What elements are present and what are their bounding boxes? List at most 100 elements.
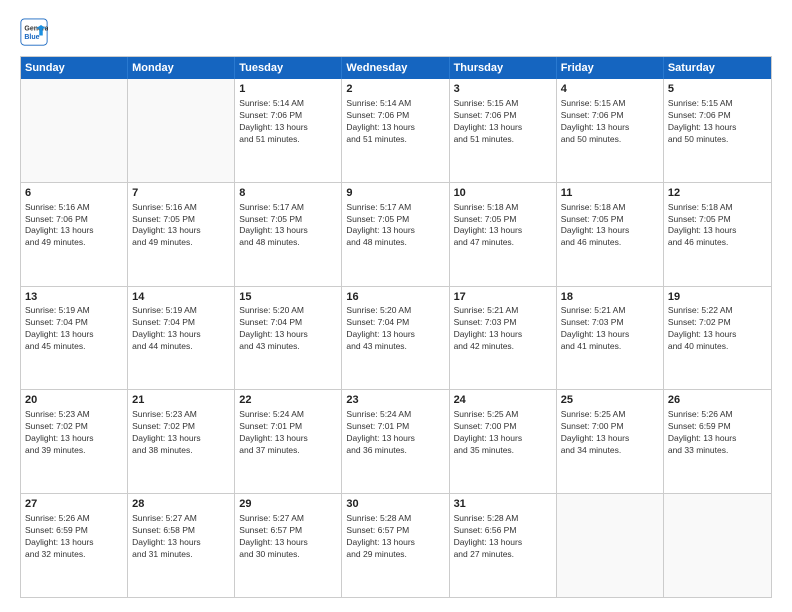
calendar-cell: 13Sunrise: 5:19 AM Sunset: 7:04 PM Dayli… — [21, 287, 128, 390]
day-number: 15 — [239, 290, 337, 305]
calendar-cell: 1Sunrise: 5:14 AM Sunset: 7:06 PM Daylig… — [235, 79, 342, 182]
calendar-cell: 30Sunrise: 5:28 AM Sunset: 6:57 PM Dayli… — [342, 494, 449, 597]
calendar-cell: 29Sunrise: 5:27 AM Sunset: 6:57 PM Dayli… — [235, 494, 342, 597]
calendar-cell: 26Sunrise: 5:26 AM Sunset: 6:59 PM Dayli… — [664, 390, 771, 493]
calendar-cell: 15Sunrise: 5:20 AM Sunset: 7:04 PM Dayli… — [235, 287, 342, 390]
calendar-row-1: 6Sunrise: 5:16 AM Sunset: 7:06 PM Daylig… — [21, 182, 771, 286]
day-info: Sunrise: 5:26 AM Sunset: 6:59 PM Dayligh… — [668, 409, 767, 457]
day-info: Sunrise: 5:17 AM Sunset: 7:05 PM Dayligh… — [346, 202, 444, 250]
calendar-row-4: 27Sunrise: 5:26 AM Sunset: 6:59 PM Dayli… — [21, 493, 771, 597]
calendar-row-2: 13Sunrise: 5:19 AM Sunset: 7:04 PM Dayli… — [21, 286, 771, 390]
calendar-cell: 21Sunrise: 5:23 AM Sunset: 7:02 PM Dayli… — [128, 390, 235, 493]
calendar-cell: 16Sunrise: 5:20 AM Sunset: 7:04 PM Dayli… — [342, 287, 449, 390]
weekday-header-sunday: Sunday — [21, 57, 128, 79]
calendar-cell — [21, 79, 128, 182]
day-number: 2 — [346, 82, 444, 97]
day-number: 5 — [668, 82, 767, 97]
day-info: Sunrise: 5:27 AM Sunset: 6:58 PM Dayligh… — [132, 513, 230, 561]
day-number: 16 — [346, 290, 444, 305]
day-number: 22 — [239, 393, 337, 408]
weekday-header-tuesday: Tuesday — [235, 57, 342, 79]
calendar-cell — [128, 79, 235, 182]
day-info: Sunrise: 5:24 AM Sunset: 7:01 PM Dayligh… — [239, 409, 337, 457]
day-info: Sunrise: 5:28 AM Sunset: 6:57 PM Dayligh… — [346, 513, 444, 561]
calendar-cell: 28Sunrise: 5:27 AM Sunset: 6:58 PM Dayli… — [128, 494, 235, 597]
header: General Blue — [20, 18, 772, 46]
day-number: 8 — [239, 186, 337, 201]
calendar-cell: 3Sunrise: 5:15 AM Sunset: 7:06 PM Daylig… — [450, 79, 557, 182]
calendar-cell: 14Sunrise: 5:19 AM Sunset: 7:04 PM Dayli… — [128, 287, 235, 390]
calendar-row-3: 20Sunrise: 5:23 AM Sunset: 7:02 PM Dayli… — [21, 389, 771, 493]
weekday-header-monday: Monday — [128, 57, 235, 79]
day-info: Sunrise: 5:21 AM Sunset: 7:03 PM Dayligh… — [561, 305, 659, 353]
day-info: Sunrise: 5:19 AM Sunset: 7:04 PM Dayligh… — [25, 305, 123, 353]
day-info: Sunrise: 5:18 AM Sunset: 7:05 PM Dayligh… — [454, 202, 552, 250]
calendar-cell: 9Sunrise: 5:17 AM Sunset: 7:05 PM Daylig… — [342, 183, 449, 286]
day-info: Sunrise: 5:22 AM Sunset: 7:02 PM Dayligh… — [668, 305, 767, 353]
day-number: 11 — [561, 186, 659, 201]
day-number: 28 — [132, 497, 230, 512]
calendar-cell: 20Sunrise: 5:23 AM Sunset: 7:02 PM Dayli… — [21, 390, 128, 493]
day-number: 10 — [454, 186, 552, 201]
day-info: Sunrise: 5:25 AM Sunset: 7:00 PM Dayligh… — [454, 409, 552, 457]
day-number: 21 — [132, 393, 230, 408]
weekday-header-wednesday: Wednesday — [342, 57, 449, 79]
calendar-cell: 7Sunrise: 5:16 AM Sunset: 7:05 PM Daylig… — [128, 183, 235, 286]
day-info: Sunrise: 5:17 AM Sunset: 7:05 PM Dayligh… — [239, 202, 337, 250]
day-number: 18 — [561, 290, 659, 305]
day-info: Sunrise: 5:26 AM Sunset: 6:59 PM Dayligh… — [25, 513, 123, 561]
logo-icon: General Blue — [20, 18, 48, 46]
svg-text:General: General — [24, 25, 48, 32]
calendar-cell: 27Sunrise: 5:26 AM Sunset: 6:59 PM Dayli… — [21, 494, 128, 597]
day-number: 3 — [454, 82, 552, 97]
logo: General Blue — [20, 18, 48, 46]
day-number: 29 — [239, 497, 337, 512]
calendar-cell: 23Sunrise: 5:24 AM Sunset: 7:01 PM Dayli… — [342, 390, 449, 493]
day-info: Sunrise: 5:16 AM Sunset: 7:06 PM Dayligh… — [25, 202, 123, 250]
day-number: 24 — [454, 393, 552, 408]
day-number: 12 — [668, 186, 767, 201]
calendar-cell: 18Sunrise: 5:21 AM Sunset: 7:03 PM Dayli… — [557, 287, 664, 390]
calendar-cell: 11Sunrise: 5:18 AM Sunset: 7:05 PM Dayli… — [557, 183, 664, 286]
day-info: Sunrise: 5:14 AM Sunset: 7:06 PM Dayligh… — [346, 98, 444, 146]
day-number: 27 — [25, 497, 123, 512]
calendar-body: 1Sunrise: 5:14 AM Sunset: 7:06 PM Daylig… — [21, 79, 771, 597]
day-info: Sunrise: 5:15 AM Sunset: 7:06 PM Dayligh… — [668, 98, 767, 146]
day-number: 4 — [561, 82, 659, 97]
day-number: 31 — [454, 497, 552, 512]
day-info: Sunrise: 5:15 AM Sunset: 7:06 PM Dayligh… — [454, 98, 552, 146]
day-info: Sunrise: 5:28 AM Sunset: 6:56 PM Dayligh… — [454, 513, 552, 561]
calendar-cell: 6Sunrise: 5:16 AM Sunset: 7:06 PM Daylig… — [21, 183, 128, 286]
calendar-cell — [664, 494, 771, 597]
day-number: 14 — [132, 290, 230, 305]
calendar-cell: 4Sunrise: 5:15 AM Sunset: 7:06 PM Daylig… — [557, 79, 664, 182]
calendar-cell: 25Sunrise: 5:25 AM Sunset: 7:00 PM Dayli… — [557, 390, 664, 493]
calendar-cell: 24Sunrise: 5:25 AM Sunset: 7:00 PM Dayli… — [450, 390, 557, 493]
day-info: Sunrise: 5:15 AM Sunset: 7:06 PM Dayligh… — [561, 98, 659, 146]
calendar-cell: 2Sunrise: 5:14 AM Sunset: 7:06 PM Daylig… — [342, 79, 449, 182]
calendar: SundayMondayTuesdayWednesdayThursdayFrid… — [20, 56, 772, 598]
day-number: 26 — [668, 393, 767, 408]
day-info: Sunrise: 5:24 AM Sunset: 7:01 PM Dayligh… — [346, 409, 444, 457]
weekday-header-saturday: Saturday — [664, 57, 771, 79]
svg-text:Blue: Blue — [24, 34, 39, 41]
calendar-header: SundayMondayTuesdayWednesdayThursdayFrid… — [21, 57, 771, 79]
day-number: 19 — [668, 290, 767, 305]
day-number: 30 — [346, 497, 444, 512]
calendar-cell: 12Sunrise: 5:18 AM Sunset: 7:05 PM Dayli… — [664, 183, 771, 286]
calendar-cell: 19Sunrise: 5:22 AM Sunset: 7:02 PM Dayli… — [664, 287, 771, 390]
day-number: 1 — [239, 82, 337, 97]
day-number: 6 — [25, 186, 123, 201]
day-number: 7 — [132, 186, 230, 201]
calendar-page: General Blue SundayMondayTuesdayWednesda… — [0, 0, 792, 612]
calendar-cell: 5Sunrise: 5:15 AM Sunset: 7:06 PM Daylig… — [664, 79, 771, 182]
day-info: Sunrise: 5:14 AM Sunset: 7:06 PM Dayligh… — [239, 98, 337, 146]
day-number: 17 — [454, 290, 552, 305]
day-number: 9 — [346, 186, 444, 201]
day-number: 13 — [25, 290, 123, 305]
day-info: Sunrise: 5:21 AM Sunset: 7:03 PM Dayligh… — [454, 305, 552, 353]
day-number: 23 — [346, 393, 444, 408]
day-number: 20 — [25, 393, 123, 408]
calendar-cell: 10Sunrise: 5:18 AM Sunset: 7:05 PM Dayli… — [450, 183, 557, 286]
day-info: Sunrise: 5:19 AM Sunset: 7:04 PM Dayligh… — [132, 305, 230, 353]
